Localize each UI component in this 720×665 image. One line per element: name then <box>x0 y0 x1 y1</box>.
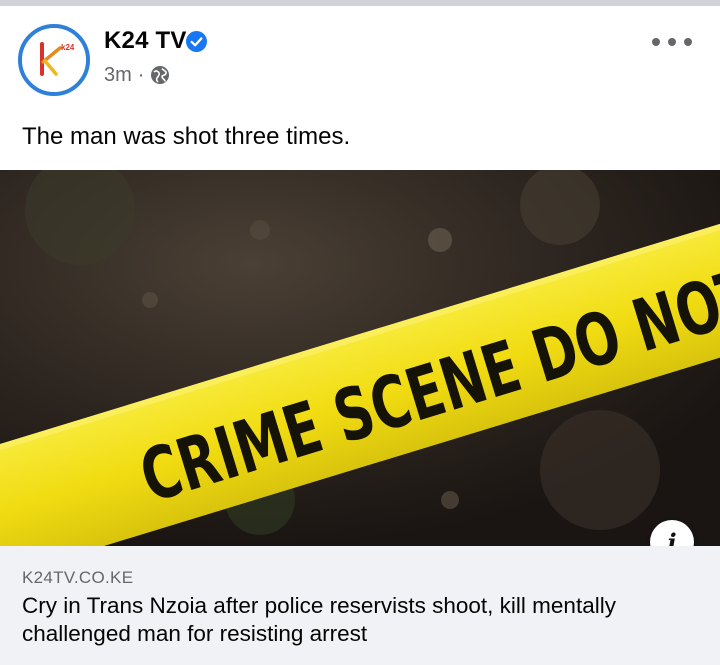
post-timestamp[interactable]: 3m <box>104 64 132 87</box>
page-avatar[interactable]: k24 <box>18 24 90 96</box>
more-dot <box>652 38 660 46</box>
k24-logo: k24 <box>22 28 86 92</box>
link-headline[interactable]: Cry in Trans Nzoia after police reservis… <box>22 592 712 648</box>
more-options-icon[interactable] <box>652 32 692 52</box>
more-dot <box>668 38 676 46</box>
post-meta: 3m · <box>104 63 170 87</box>
page-name[interactable]: K24 TV <box>104 27 187 55</box>
globe-icon[interactable] <box>150 65 170 85</box>
more-dot <box>684 38 692 46</box>
post-header: k24 K24 TV 3m · <box>0 6 720 106</box>
link-preview-image[interactable]: CRIME SCENE DO NOT CROSS <box>0 170 720 546</box>
verified-badge-icon <box>186 31 207 52</box>
crime-scene-tape-photo: CRIME SCENE DO NOT CROSS <box>0 170 720 546</box>
link-card[interactable]: K24TV.CO.KE Cry in Trans Nzoia after pol… <box>0 546 720 665</box>
svg-text:k24: k24 <box>61 43 75 52</box>
meta-separator: · <box>137 63 145 86</box>
link-domain: K24TV.CO.KE <box>22 568 134 587</box>
post-caption: The man was shot three times. <box>22 123 351 150</box>
